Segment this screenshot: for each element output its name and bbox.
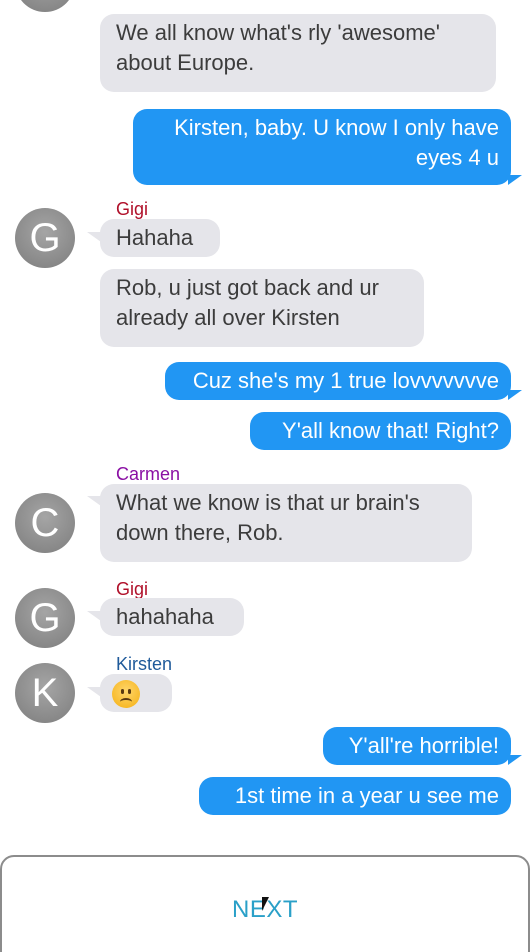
- avatar-letter: G: [29, 216, 61, 260]
- message-text: We all know what's rly 'awesome' about E…: [116, 20, 440, 75]
- message-text: 1st time in a year u see me: [234, 783, 499, 808]
- bubble-tail-incoming: [87, 611, 101, 621]
- message-text: hahahaha: [116, 604, 214, 629]
- sender-name-gigi: Gigi: [116, 579, 149, 599]
- message-bubble-outgoing: Y'all're horrible!: [323, 727, 511, 765]
- avatar-letter: K: [31, 671, 59, 715]
- avatar-letter: G: [29, 596, 61, 640]
- message-bubble-incoming: Rob, u just got back and ur already all …: [100, 269, 424, 347]
- bubble-tail-outgoing: [508, 755, 522, 765]
- message-text: Y'all know that! Right?: [282, 418, 499, 443]
- message-text: What we know is that ur brain's down the…: [116, 490, 420, 545]
- bubble-tail-incoming: [87, 687, 101, 697]
- message-bubble-incoming: hahahaha: [100, 598, 244, 636]
- message-bubble-outgoing: Cuz she's my 1 true lovvvvvvve: [165, 362, 511, 400]
- avatar-letter: C: [30, 501, 60, 545]
- message-bubble-outgoing: Kirsten, baby. U know I only have eyes 4…: [133, 109, 511, 185]
- message-bubble-incoming: Hahaha: [100, 219, 220, 257]
- sender-name-carmen: Carmen: [116, 464, 181, 484]
- message-bubble-incoming: [100, 674, 172, 712]
- message-bubble-incoming: We all know what's rly 'awesome' about E…: [100, 14, 496, 92]
- mouse-cursor-icon: [262, 897, 269, 911]
- frowning-face-emoji-icon: [112, 680, 140, 709]
- avatar-gigi: G: [15, 588, 75, 648]
- message-text: Hahaha: [116, 225, 194, 250]
- message-bubble-outgoing: 1st time in a year u see me: [199, 777, 511, 815]
- avatar-kirsten: K: [15, 663, 75, 723]
- avatar-gigi: G: [15, 208, 75, 268]
- bubble-tail-incoming: [87, 232, 101, 242]
- sender-name-kirsten: Kirsten: [116, 654, 173, 674]
- avatar-carmen: C: [15, 493, 75, 553]
- message-text: Cuz she's my 1 true lovvvvvvve: [192, 368, 499, 393]
- avatar-partial: [15, 0, 75, 12]
- bubble-tail-outgoing: [508, 390, 522, 400]
- message-text: Kirsten, baby. U know I only have eyes 4…: [174, 115, 499, 170]
- bubble-tail-incoming: [87, 496, 101, 506]
- message-text: Y'all're horrible!: [348, 733, 499, 758]
- message-text: Rob, u just got back and ur already all …: [116, 275, 379, 330]
- sender-name-gigi: Gigi: [116, 199, 149, 219]
- bubble-tail-outgoing: [508, 175, 522, 185]
- message-bubble-outgoing: Y'all know that! Right?: [250, 412, 511, 450]
- message-bubble-incoming: What we know is that ur brain's down the…: [100, 484, 472, 562]
- chat-screen: We all know what's rly 'awesome' about E…: [0, 0, 530, 952]
